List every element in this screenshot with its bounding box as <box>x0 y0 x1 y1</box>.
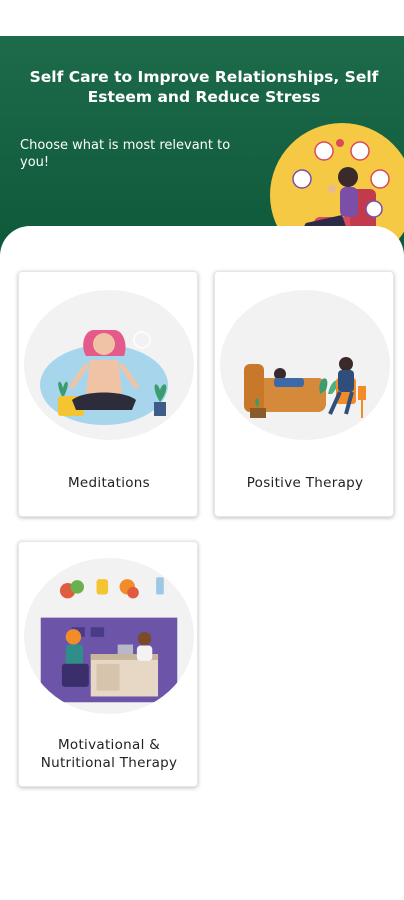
card-motivational-nutritional-therapy[interactable]: Motivational & Nutritional Therapy <box>18 541 198 787</box>
nutrition-consultation-illustration <box>24 558 194 714</box>
therapy-session-illustration <box>220 290 390 440</box>
card-label: Meditations <box>67 475 151 491</box>
meditation-illustration <box>24 290 194 440</box>
card-meditations[interactable]: Meditations <box>18 271 198 517</box>
card-label: Positive Therapy <box>246 475 364 491</box>
status-bar <box>0 0 404 36</box>
card-positive-therapy[interactable]: Positive Therapy <box>214 271 394 517</box>
page-subtitle: Choose what is most relevant to you! <box>20 138 231 170</box>
card-label: Motivational & Nutritional Therapy <box>40 737 178 771</box>
